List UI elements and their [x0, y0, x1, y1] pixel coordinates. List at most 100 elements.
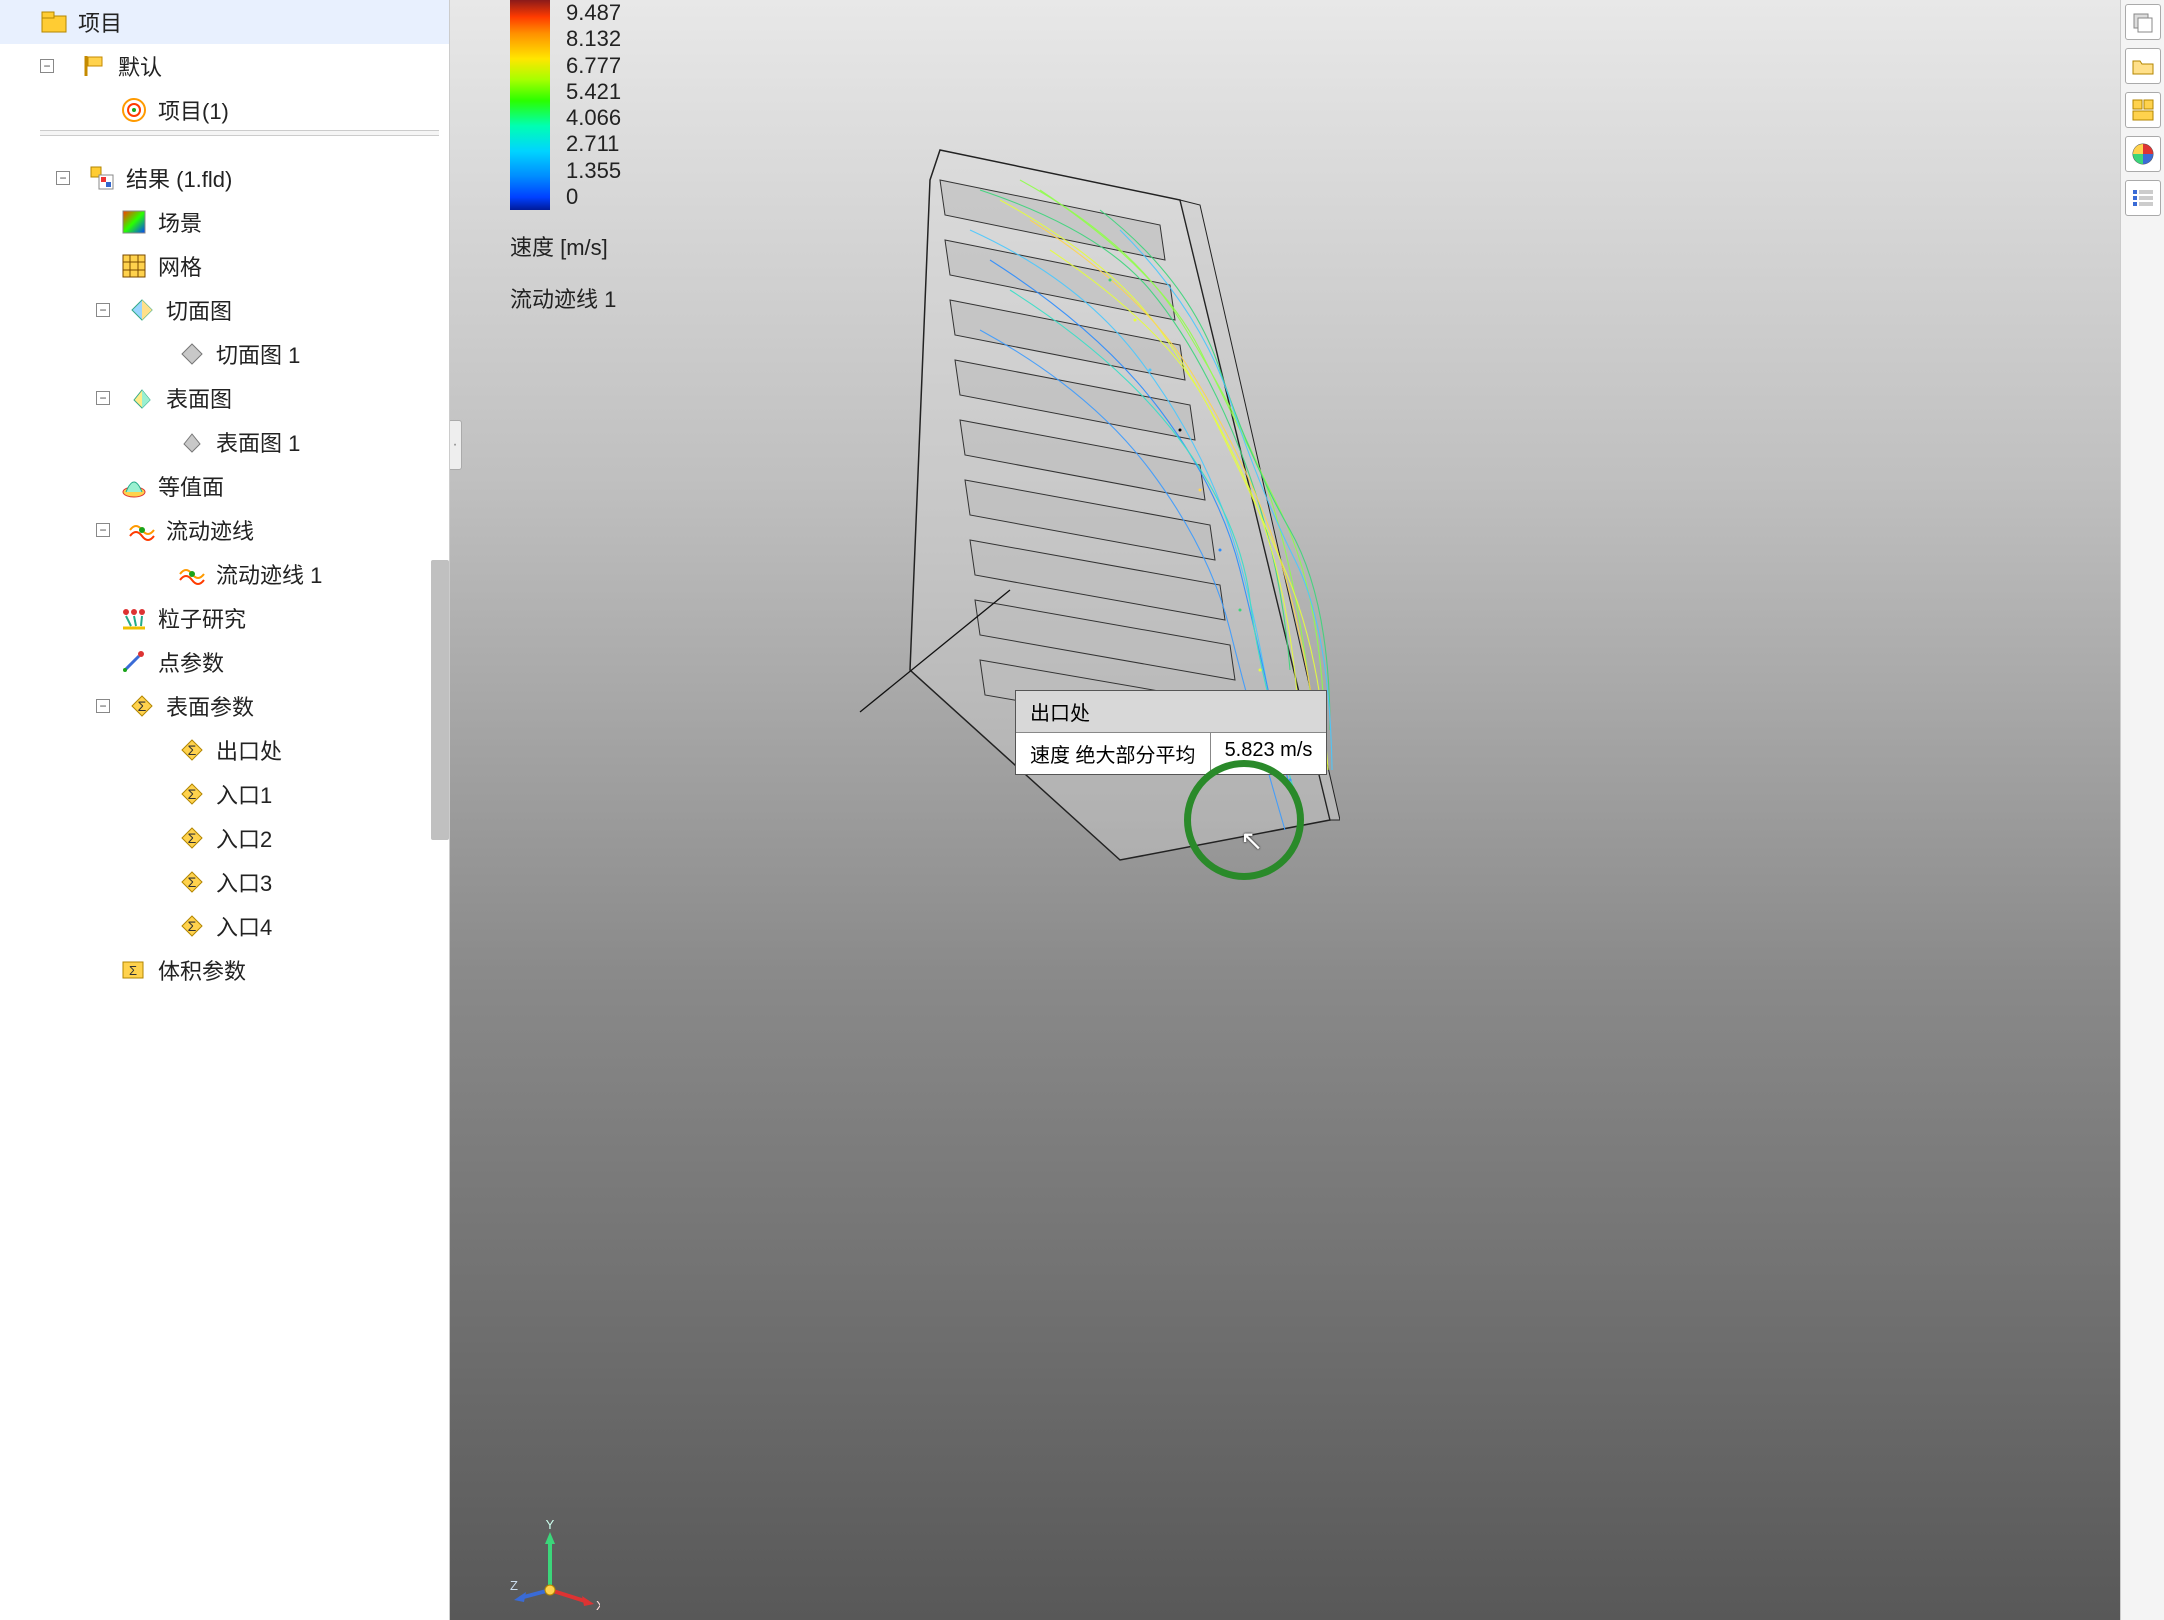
tree-node-sp-in4[interactable]: Σ 入口4	[0, 904, 449, 948]
tree-node-sp-outlet[interactable]: Σ 出口处	[0, 728, 449, 772]
expander-icon[interactable]: −	[40, 59, 54, 73]
tree-node-surfaceparam[interactable]: − Σ 表面参数	[0, 684, 449, 728]
sigma-icon: Σ	[178, 736, 206, 764]
tree-label: 体积参数	[158, 954, 246, 986]
cutplot-icon	[128, 296, 156, 324]
tree-label: 切面图	[166, 294, 232, 326]
tree-node-surfaceplot1[interactable]: 表面图 1	[0, 420, 449, 464]
legend-tick: 9.487	[566, 0, 621, 26]
expander-icon[interactable]: −	[96, 699, 110, 713]
folder-icon	[40, 8, 68, 36]
appearance-icon[interactable]	[2125, 136, 2161, 172]
legend-colorbar	[510, 0, 550, 210]
sigma-icon: Σ	[178, 824, 206, 852]
cutplot-item-icon	[178, 340, 206, 368]
tree-label: 等值面	[158, 470, 224, 502]
legend-tick: 1.355	[566, 158, 621, 184]
tree-label: 表面图	[166, 382, 232, 414]
legend-tick: 0	[566, 184, 621, 210]
list-icon[interactable]	[2125, 180, 2161, 216]
tree-node-flowtraj[interactable]: − 流动迹线	[0, 508, 449, 552]
expander-icon[interactable]: −	[56, 171, 70, 185]
tree-label: 场景	[158, 206, 202, 238]
tree-node-surfaceplot[interactable]: − 表面图	[0, 376, 449, 420]
tree-label: 默认	[118, 50, 162, 82]
legend-ticks: 9.487 8.132 6.777 5.421 4.066 2.711 1.35…	[566, 0, 621, 210]
tree-label: 流动迹线 1	[216, 558, 322, 590]
tree-node-project1[interactable]: 项目(1)	[0, 88, 449, 132]
legend-tick: 5.421	[566, 79, 621, 105]
legend-title: 速度 [m/s]	[510, 230, 608, 262]
legend-tick: 8.132	[566, 26, 621, 52]
isosurface-icon	[120, 472, 148, 500]
tree-scrollbar[interactable]	[431, 560, 449, 840]
expander-icon[interactable]: −	[96, 303, 110, 317]
tree-node-project[interactable]: 项目	[0, 0, 449, 44]
tree-label: 网格	[158, 250, 202, 282]
sigma-icon: Σ	[178, 912, 206, 940]
flowtraj-item-icon	[178, 560, 206, 588]
3d-viewport[interactable]: 9.487 8.132 6.777 5.421 4.066 2.711 1.35…	[450, 0, 2120, 1620]
tree-node-default[interactable]: − 默认	[0, 44, 449, 88]
tree-node-cutplot[interactable]: − 切面图	[0, 288, 449, 332]
right-toolbar	[2120, 0, 2164, 1620]
particle-icon	[120, 604, 148, 632]
tree-node-flowtraj1[interactable]: 流动迹线 1	[0, 552, 449, 596]
triad-x-label: X	[596, 1598, 600, 1610]
tree-node-pointparam[interactable]: 点参数	[0, 640, 449, 684]
tree-node-cutplot1[interactable]: 切面图 1	[0, 332, 449, 376]
tree-node-sp-in2[interactable]: Σ 入口2	[0, 816, 449, 860]
results-icon	[88, 164, 116, 192]
tree-label: 流动迹线	[166, 514, 254, 546]
flag-icon	[80, 52, 108, 80]
color-legend[interactable]: 9.487 8.132 6.777 5.421 4.066 2.711 1.35…	[510, 0, 621, 210]
tree-node-particle[interactable]: 粒子研究	[0, 596, 449, 640]
expander-icon[interactable]: −	[96, 391, 110, 405]
gradient-icon	[120, 208, 148, 236]
tree-label: 表面图 1	[216, 426, 300, 458]
pointparam-icon	[120, 648, 148, 676]
probe-callout[interactable]: 出口处 速度 绝大部分平均 5.823 m/s	[1015, 690, 1327, 775]
target-icon	[120, 96, 148, 124]
triad-z-label: Z	[510, 1578, 518, 1593]
legend-tick: 4.066	[566, 105, 621, 131]
tree-node-mesh[interactable]: 网格	[0, 244, 449, 288]
sigma-icon: Σ	[178, 780, 206, 808]
legend-tick: 6.777	[566, 53, 621, 79]
tree-node-volparam[interactable]: Σ 体积参数	[0, 948, 449, 992]
feature-tree-panel[interactable]: 项目 − 默认 项目(1) − 结果 (1.fld	[0, 0, 450, 1620]
sigma-icon: Σ	[128, 692, 156, 720]
svg-text:Σ: Σ	[188, 786, 197, 802]
folder-open-icon[interactable]	[2125, 48, 2161, 84]
callout-title: 出口处	[1016, 691, 1326, 733]
sigma-box-icon: Σ	[120, 956, 148, 984]
tree-splitter[interactable]	[40, 130, 439, 136]
stack-icon[interactable]	[2125, 4, 2161, 40]
tree-label: 结果 (1.fld)	[126, 162, 232, 194]
svg-text:Σ: Σ	[188, 742, 197, 758]
tree-label: 入口3	[216, 866, 272, 898]
tree-label: 入口4	[216, 910, 272, 942]
svg-text:Σ: Σ	[138, 698, 147, 714]
svg-text:Σ: Σ	[129, 963, 137, 978]
surfaceplot-item-icon	[178, 428, 206, 456]
triad-y-label: Y	[546, 1520, 555, 1532]
orientation-triad[interactable]: Y X Z	[510, 1520, 600, 1610]
expander-icon[interactable]: −	[96, 523, 110, 537]
svg-text:Σ: Σ	[188, 918, 197, 934]
tree-node-sp-in1[interactable]: Σ 入口1	[0, 772, 449, 816]
sigma-icon: Σ	[178, 868, 206, 896]
flowtraj-icon	[128, 516, 156, 544]
tree-node-results[interactable]: − 结果 (1.fld)	[0, 156, 449, 200]
layout-icon[interactable]	[2125, 92, 2161, 128]
legend-series: 流动迹线 1	[510, 282, 616, 314]
tree-node-sp-in3[interactable]: Σ 入口3	[0, 860, 449, 904]
tree-label: 出口处	[216, 734, 282, 766]
tree-label: 点参数	[158, 646, 224, 678]
tree-node-scene[interactable]: 场景	[0, 200, 449, 244]
tree-label: 入口1	[216, 778, 272, 810]
panel-drag-handle[interactable]	[450, 420, 462, 470]
surfaceplot-icon	[128, 384, 156, 412]
tree-node-isosurface[interactable]: 等值面	[0, 464, 449, 508]
tree-label: 粒子研究	[158, 602, 246, 634]
